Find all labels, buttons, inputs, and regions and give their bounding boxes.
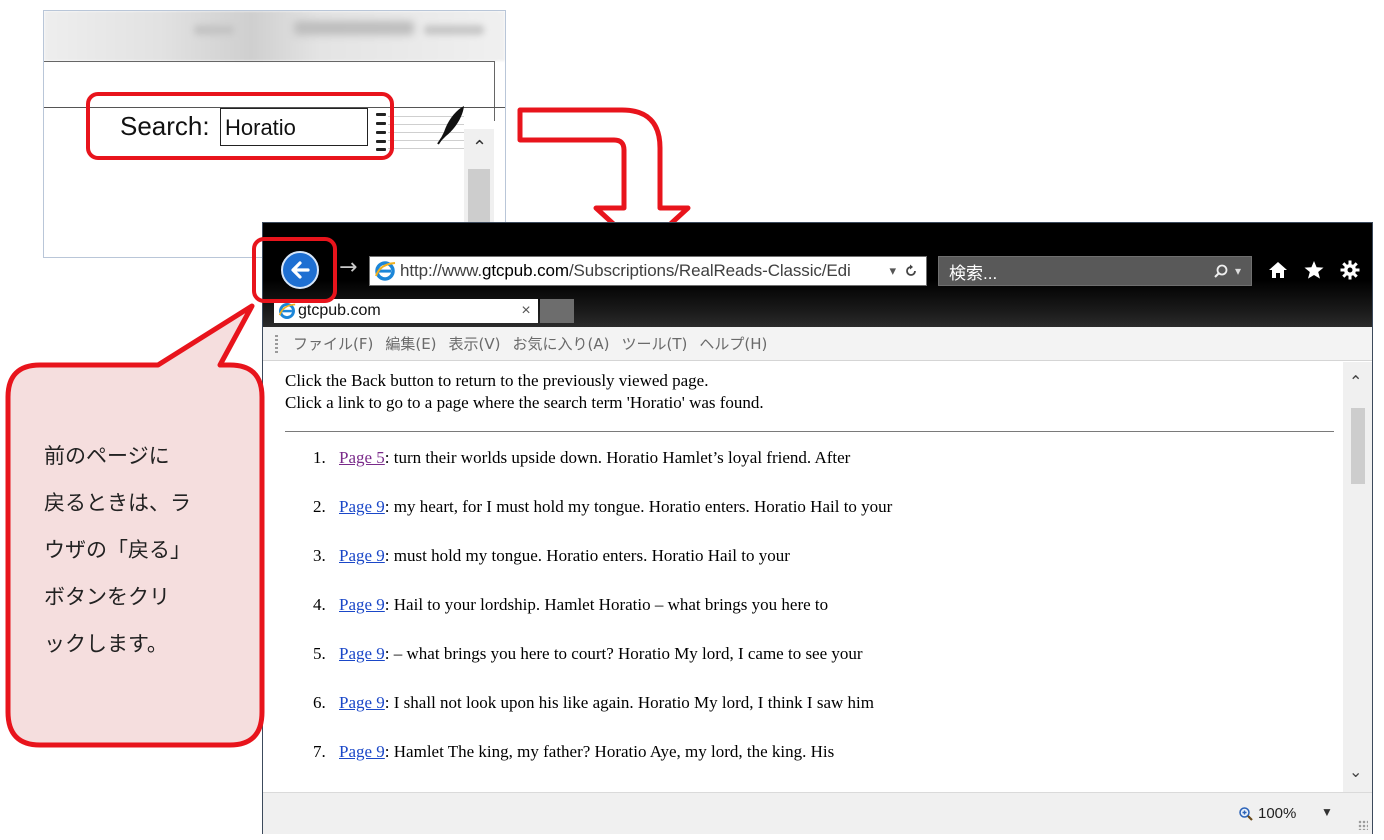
browser-window: → http://www.gtcpub.com/Subscriptions/Re…: [262, 222, 1373, 834]
search-placeholder[interactable]: 検索...: [949, 259, 1213, 284]
menu-favorites[interactable]: お気に入り(A): [513, 333, 610, 354]
menu-tools[interactable]: ツール(T): [621, 333, 687, 354]
menu-grip: [275, 335, 278, 353]
tab-title: gtcpub.com: [298, 302, 381, 319]
zoom-icon: [1239, 806, 1253, 821]
vertical-scrollbar[interactable]: ⌃ ⌄: [1343, 362, 1372, 792]
chevron-down-icon[interactable]: ▾: [889, 263, 896, 279]
scroll-thumb[interactable]: [1351, 408, 1365, 484]
result-item: 3. Page 9: must hold my tongue. Horatio e…: [313, 546, 790, 565]
chevron-down-icon[interactable]: ▾: [1235, 264, 1241, 278]
ie-logo-icon: [375, 261, 396, 281]
result-item: 1. Page 5: turn their worlds upside down.…: [313, 448, 851, 467]
divider: [285, 431, 1334, 432]
address-bar[interactable]: http://www.gtcpub.com/Subscriptions/Real…: [369, 256, 927, 286]
callout-line: 前のページに: [44, 444, 170, 468]
menu-edit[interactable]: 編集(E): [385, 333, 436, 354]
home-icon[interactable]: [1267, 259, 1289, 281]
search-highlight-box: [86, 92, 394, 160]
menu-file[interactable]: ファイル(F): [293, 333, 373, 354]
instructions: Click the Back button to return to the p…: [285, 370, 764, 414]
browser-toolbar: → http://www.gtcpub.com/Subscriptions/Re…: [263, 223, 1372, 327]
callout-line: ウザの「戻る」: [44, 538, 191, 562]
menu-bar: ファイル(F) 編集(E) 表示(V) お気に入り(A) ツール(T) ヘルプ(…: [263, 327, 1372, 361]
star-icon[interactable]: [1303, 259, 1325, 281]
result-link[interactable]: Page 9: [339, 595, 385, 614]
instruction-line: Click the Back button to return to the p…: [285, 371, 709, 390]
result-link[interactable]: Page 9: [339, 742, 385, 761]
gear-icon[interactable]: [1339, 259, 1361, 281]
search-inset: Search: Horatio ⌃: [43, 10, 506, 258]
instruction-line: Click a link to go to a page where the s…: [285, 393, 764, 412]
callout-line: ボタンをクリ: [44, 585, 170, 609]
back-button-highlight: [252, 237, 337, 303]
result-link[interactable]: Page 9: [339, 546, 385, 565]
result-link[interactable]: Page 9: [339, 693, 385, 712]
address-url[interactable]: http://www.gtcpub.com/Subscriptions/Real…: [400, 261, 889, 281]
callout-line: 戻るときは、ラ: [44, 491, 191, 515]
new-tab-button[interactable]: [540, 299, 574, 323]
menu-help[interactable]: ヘルプ(H): [699, 333, 767, 354]
page-content: Click the Back button to return to the p…: [263, 362, 1343, 792]
zoom-control[interactable]: 100%: [1238, 805, 1296, 822]
forward-arrow-icon[interactable]: →: [339, 255, 357, 280]
refresh-icon[interactable]: [904, 264, 918, 278]
quill-pen-icon[interactable]: [432, 104, 466, 148]
chevron-down-icon[interactable]: ⌄: [1349, 762, 1362, 781]
result-link[interactable]: Page 9: [339, 497, 385, 516]
close-icon[interactable]: ×: [514, 302, 538, 320]
result-item: 2. Page 9: my heart, for I must hold my t…: [313, 497, 893, 516]
chevron-up-icon[interactable]: ⌃: [1349, 372, 1362, 391]
callout-line: ックします。: [44, 632, 168, 656]
chevron-down-icon[interactable]: ▼: [1321, 805, 1333, 819]
result-item: 5. Page 9: – what brings you here to cour…: [313, 644, 863, 663]
search-results: 1. Page 5: turn their worlds upside down.…: [313, 444, 892, 787]
menu-view[interactable]: 表示(V): [449, 333, 501, 354]
result-item: 7. Page 9: Hamlet The king, my father? Ho…: [313, 742, 835, 761]
callout-text: 前のページに 戻るときは、ラ ウザの「戻る」 ボタンをクリ ックします。: [44, 433, 234, 668]
ie-logo-icon: [278, 303, 296, 319]
result-item: 4. Page 9: Hail to your lordship. Hamlet …: [313, 595, 829, 614]
resize-grip[interactable]: [1358, 820, 1368, 830]
status-bar: 100% ▼: [263, 792, 1372, 834]
result-item: 6. Page 9: I shall not look upon his like…: [313, 693, 874, 712]
zoom-level: 100%: [1258, 805, 1297, 822]
search-box[interactable]: 検索... ▾: [938, 256, 1252, 286]
blurred-header: [44, 11, 505, 61]
inset-border-line: [494, 61, 495, 121]
inset-border-line: [44, 61, 494, 62]
chevron-up-icon[interactable]: ⌃: [472, 137, 487, 158]
search-icon[interactable]: [1213, 263, 1229, 279]
result-link[interactable]: Page 9: [339, 644, 385, 663]
result-link[interactable]: Page 5: [339, 448, 385, 467]
